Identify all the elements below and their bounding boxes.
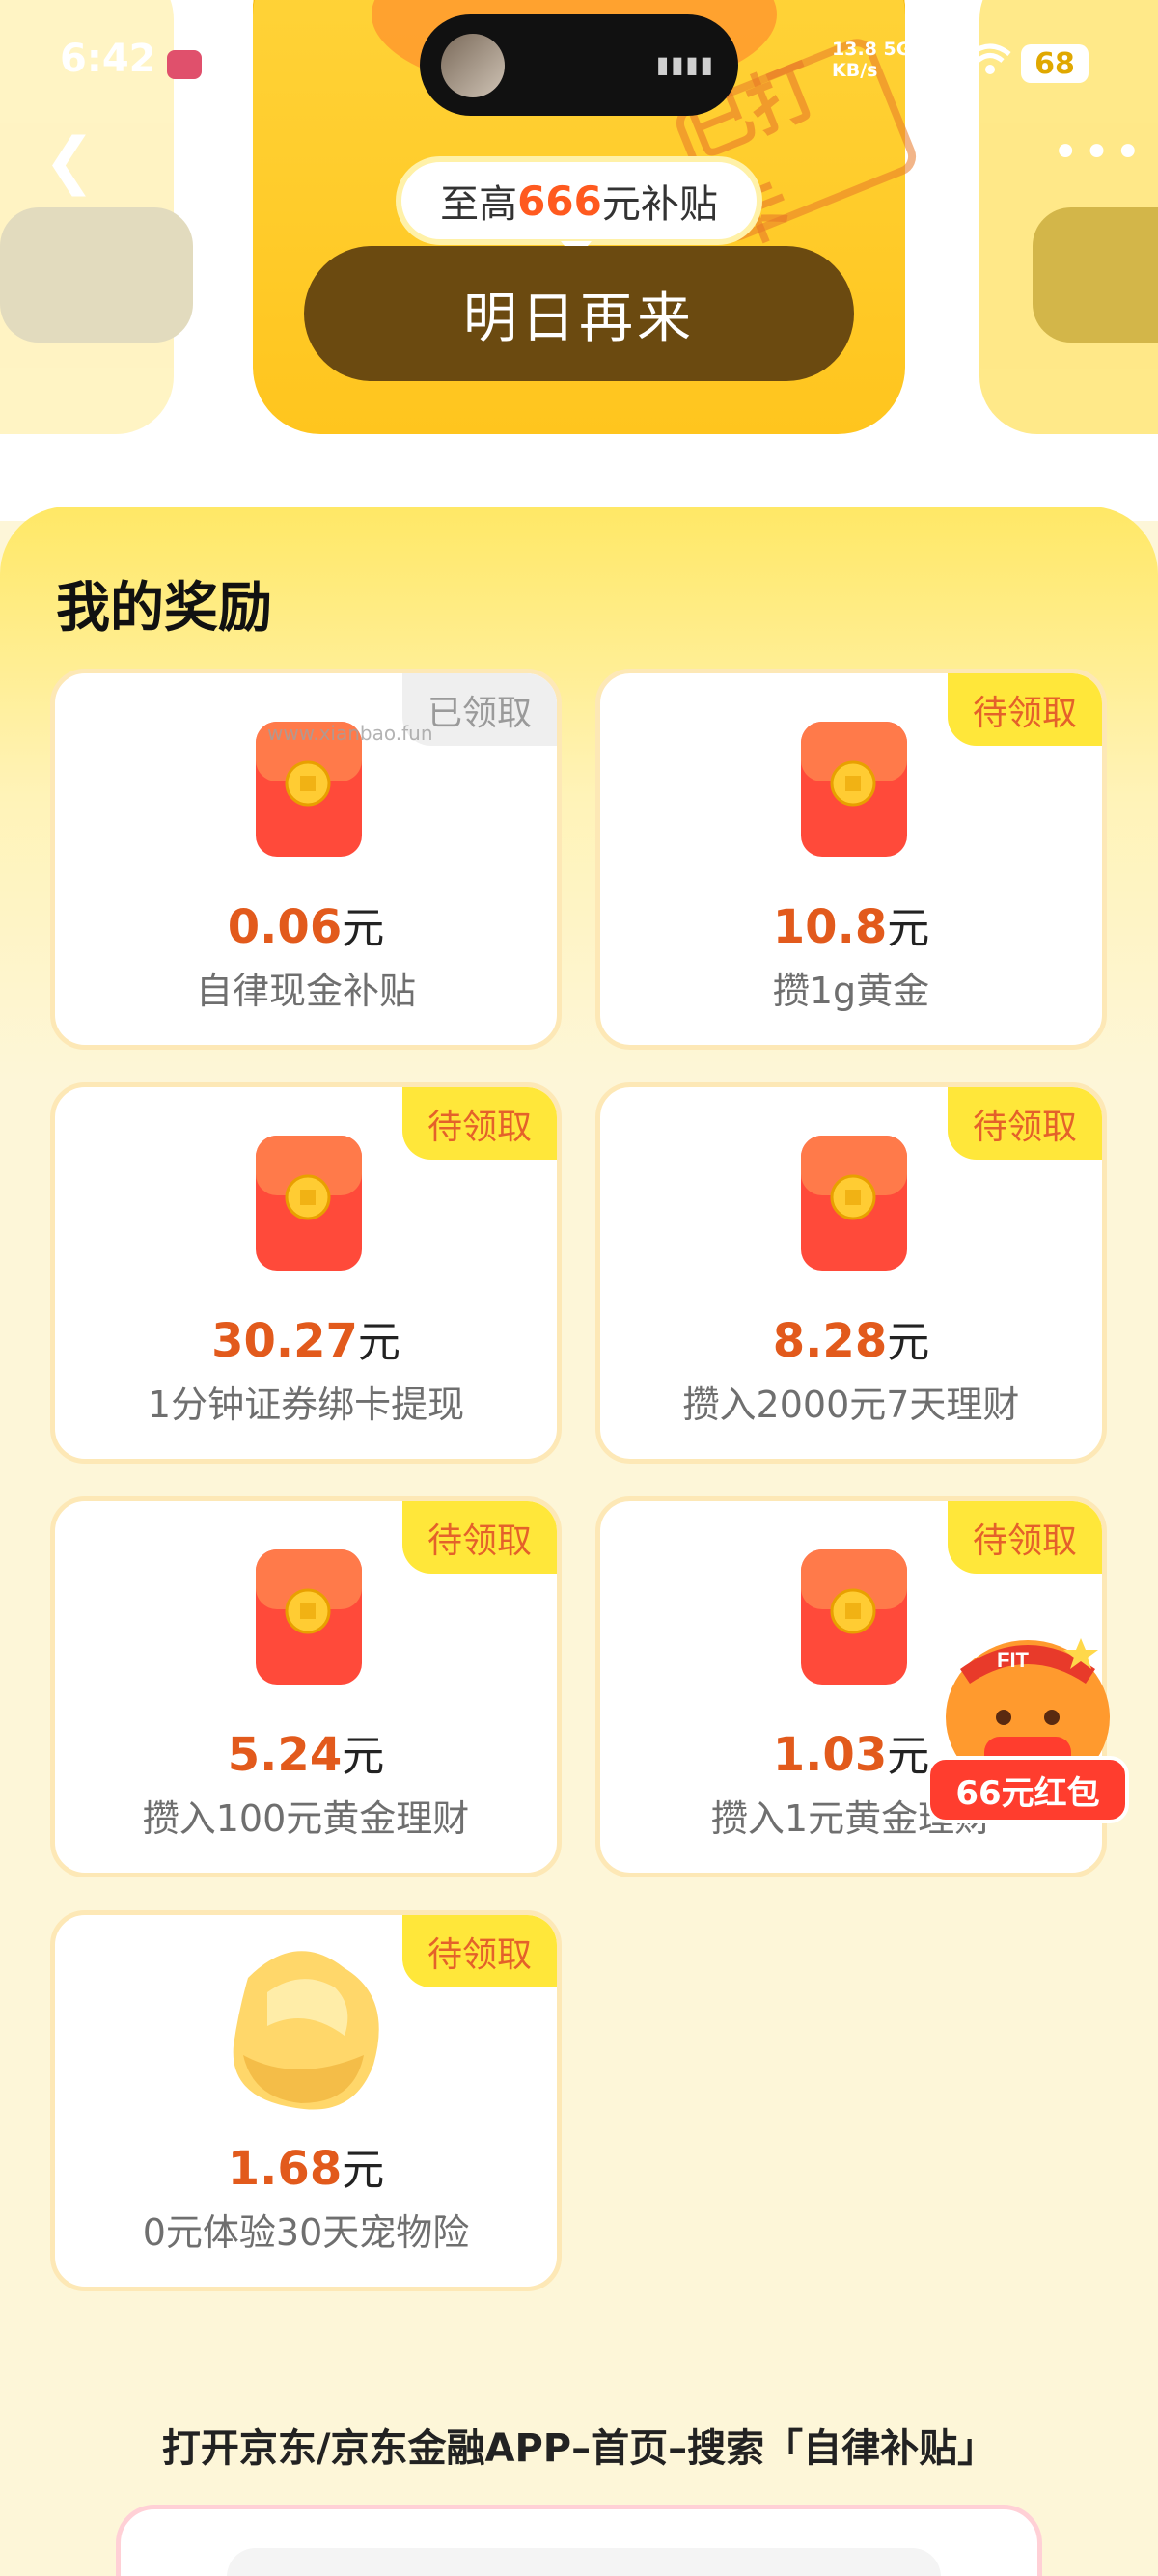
red-envelope-icon: [256, 1136, 362, 1271]
reward-name: 0元体验30天宠物险: [142, 2211, 470, 2254]
reward-name: 攒1g黄金: [772, 970, 930, 1012]
golden-bean-icon: [233, 1951, 379, 2110]
reward-name: 1分钟证券绑卡提现: [147, 1384, 465, 1426]
red-packet-badge[interactable]: 66元红包: [926, 1756, 1129, 1823]
reward-card[interactable]: 待领取 10.8元 攒1g黄金: [595, 669, 1107, 1050]
reward-currency: 元: [887, 1318, 930, 1367]
network-type: 5G: [883, 39, 912, 60]
subsidy-bubble: 至高 666 元补贴: [396, 156, 762, 260]
subsidy-prefix: 至高: [440, 182, 518, 227]
reward-amount: 1.68元: [55, 2135, 557, 2197]
battery-indicator: 68: [1021, 44, 1089, 83]
reward-card[interactable]: 待领取 1.68元 0元体验30天宠物险: [50, 1910, 562, 2291]
status-badge[interactable]: 待领取: [948, 1087, 1102, 1160]
reward-card[interactable]: 待领取 8.28元 攒入2000元7天理财: [595, 1082, 1107, 1464]
subsidy-amount: 666: [517, 177, 602, 225]
reward-card[interactable]: 待领取 5.24元 攒入100元黄金理财: [50, 1496, 562, 1877]
more-icon[interactable]: •••: [1052, 125, 1145, 179]
reward-amount: 30.27元: [55, 1307, 557, 1369]
status-badge[interactable]: 待领取: [948, 1501, 1102, 1574]
back-chevron-icon[interactable]: ❮: [43, 125, 96, 197]
reward-amount-number: 0.06: [227, 900, 343, 954]
reward-amount-number: 1.03: [772, 1728, 888, 1782]
audio-bars-icon: ▮▮▮▮: [656, 51, 715, 78]
status-badge[interactable]: 待领取: [948, 673, 1102, 746]
reward-name: 攒入2000元7天理财: [682, 1384, 1020, 1426]
instruction-text: 打开京东/京东金融APP–首页–搜索「自律补贴」: [161, 2426, 997, 2471]
status-time: 6:42: [60, 37, 156, 81]
red-envelope-icon: [256, 1549, 362, 1685]
reward-amount-number: 10.8: [772, 900, 888, 954]
search-input[interactable]: [227, 2548, 941, 2576]
reward-card[interactable]: 已领取 www.xianbao.fun 0.06元 自律现金补贴: [50, 669, 562, 1050]
network-speed-unit: KB/s: [832, 60, 878, 81]
status-badge[interactable]: 待领取: [402, 1501, 557, 1574]
reward-name: 攒入100元黄金理财: [142, 1797, 470, 1840]
status-badge[interactable]: 待领取: [402, 1087, 557, 1160]
subsidy-suffix: 元补贴: [601, 182, 718, 227]
reward-amount-number: 5.24: [227, 1728, 343, 1782]
watermark: www.xianbao.fun: [267, 722, 433, 745]
section-title: 我的奖励: [56, 577, 272, 640]
reward-amount-number: 30.27: [211, 1314, 358, 1368]
reward-amount: 8.28元: [600, 1307, 1102, 1369]
red-envelope-icon: [801, 1136, 907, 1271]
reward-currency: 元: [342, 2146, 385, 2195]
reward-amount-number: 1.68: [227, 2142, 343, 2196]
top-carousel: ❮ ••• 已打卡 至高 666 元补贴 明日再来 6:42 ▮▮▮▮ 13.8 5…: [0, 0, 1158, 521]
status-badge[interactable]: 待领取: [402, 1915, 557, 1987]
reward-amount-number: 8.28: [772, 1314, 888, 1368]
red-envelope-icon: [801, 1549, 907, 1685]
reward-currency: 元: [887, 904, 930, 953]
come-back-tomorrow-button[interactable]: 明日再来: [304, 246, 854, 381]
reward-currency: 元: [357, 1318, 400, 1367]
dynamic-island[interactable]: ▮▮▮▮: [420, 14, 738, 116]
bottom-search-panel: [116, 2505, 1042, 2576]
reward-amount: 5.24元: [55, 1721, 557, 1783]
avatar: [441, 34, 505, 97]
reward-amount: 10.8元: [600, 893, 1102, 955]
hat-text: FIT: [997, 1648, 1030, 1672]
reward-card[interactable]: 待领取 30.27元 1分钟证券绑卡提现: [50, 1082, 562, 1464]
reward-currency: 元: [342, 904, 385, 953]
network-speed: 13.8 5G KB/s: [832, 39, 911, 81]
app-notification-icon: [167, 50, 202, 79]
red-envelope-icon: [801, 722, 907, 857]
next-card-button: [1033, 207, 1158, 343]
reward-amount: 0.06元: [55, 893, 557, 955]
reward-currency: 元: [342, 1732, 385, 1781]
network-speed-value: 13.8: [832, 39, 877, 60]
wifi-icon: [969, 43, 1011, 74]
reward-name: 自律现金补贴: [195, 970, 416, 1012]
prev-card-button: [0, 207, 193, 343]
